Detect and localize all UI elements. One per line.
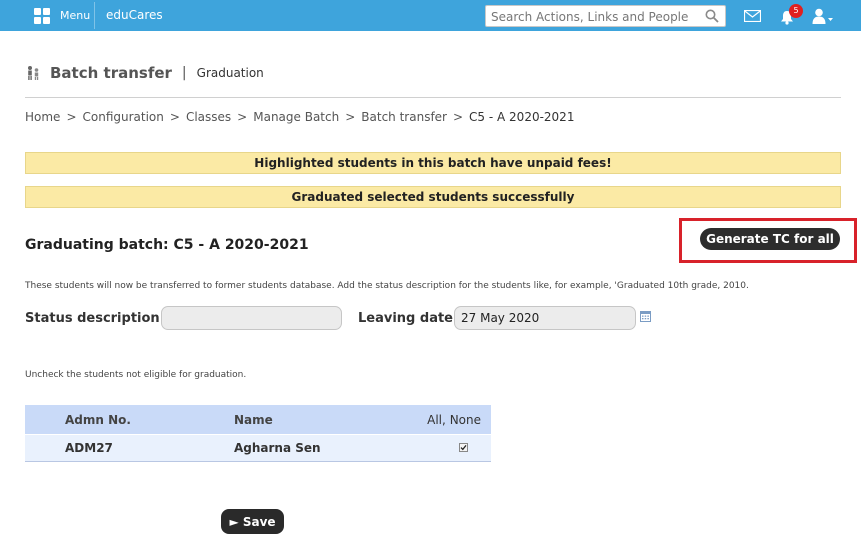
- breadcrumb-separator: >: [66, 110, 77, 124]
- play-icon: ►: [229, 514, 243, 529]
- graduation-icon: [28, 66, 39, 80]
- all-none-separator: ,: [442, 412, 446, 427]
- transfer-description: These students will now be transferred t…: [25, 281, 749, 291]
- success-notice: Graduated selected students successfully: [25, 186, 841, 208]
- student-checkbox[interactable]: [459, 443, 468, 452]
- page-title: Batch transfer: [50, 64, 172, 82]
- top-navbar: Menu eduCares 5: [0, 0, 861, 31]
- search-icon[interactable]: [705, 9, 719, 23]
- select-all-none: All, None: [379, 413, 491, 427]
- leaving-date-input[interactable]: 27 May 2020: [454, 306, 636, 330]
- table-row: ADM27 Agharna Sen: [25, 434, 491, 462]
- header-divider: [25, 97, 841, 98]
- breadcrumb-current: C5 - A 2020-2021: [469, 110, 575, 124]
- search-input[interactable]: [491, 8, 701, 25]
- calendar-icon[interactable]: [640, 311, 651, 322]
- unpaid-fees-notice: Highlighted students in this batch have …: [25, 152, 841, 174]
- name-header: Name: [234, 412, 273, 427]
- graduating-batch-title: Graduating batch: C5 - A 2020-2021: [25, 237, 309, 253]
- uncheck-hint: Uncheck the students not eligible for gr…: [25, 370, 247, 380]
- notifications-button[interactable]: 5: [779, 4, 805, 26]
- breadcrumb-home[interactable]: Home: [25, 110, 60, 124]
- breadcrumb-separator: >: [345, 110, 356, 124]
- breadcrumb-configuration[interactable]: Configuration: [83, 110, 164, 124]
- page-subtitle: Graduation: [196, 66, 264, 80]
- menu-label: Menu: [60, 9, 91, 22]
- name-cell: Agharna Sen: [234, 441, 321, 455]
- mail-icon[interactable]: [744, 10, 761, 22]
- notification-badge: 5: [789, 4, 803, 18]
- admn-no-cell: ADM27: [65, 441, 113, 455]
- table-header: Admn No. Name All, None: [25, 405, 491, 434]
- generate-tc-button[interactable]: Generate TC for all: [700, 228, 840, 250]
- leaving-date-label: Leaving date:: [358, 311, 459, 326]
- title-separator: |: [181, 65, 187, 81]
- breadcrumb-separator: >: [237, 110, 248, 124]
- status-description-input[interactable]: [161, 306, 342, 330]
- search-box: [485, 5, 726, 27]
- breadcrumb: Home > Configuration > Classes > Manage …: [25, 110, 574, 124]
- students-table: Admn No. Name All, None ADM27 Agharna Se…: [25, 405, 491, 462]
- menu-button[interactable]: Menu: [27, 2, 95, 29]
- select-cell: [379, 441, 491, 455]
- breadcrumb-batch-transfer[interactable]: Batch transfer: [361, 110, 447, 124]
- select-all-link[interactable]: All: [427, 413, 442, 427]
- status-description-label: Status description :: [25, 311, 170, 326]
- save-button[interactable]: ► Save: [221, 509, 284, 534]
- breadcrumb-manage-batch[interactable]: Manage Batch: [253, 110, 339, 124]
- breadcrumb-separator: >: [169, 110, 180, 124]
- breadcrumb-separator: >: [452, 110, 464, 124]
- save-label: Save: [242, 514, 276, 529]
- select-none-link[interactable]: None: [450, 413, 481, 427]
- user-icon[interactable]: [812, 8, 834, 24]
- grid-menu-icon: [34, 7, 50, 24]
- admn-no-header: Admn No.: [65, 412, 131, 427]
- brand-link[interactable]: eduCares: [106, 8, 163, 22]
- page-header: Batch transfer | Graduation: [25, 62, 264, 84]
- breadcrumb-classes[interactable]: Classes: [186, 110, 231, 124]
